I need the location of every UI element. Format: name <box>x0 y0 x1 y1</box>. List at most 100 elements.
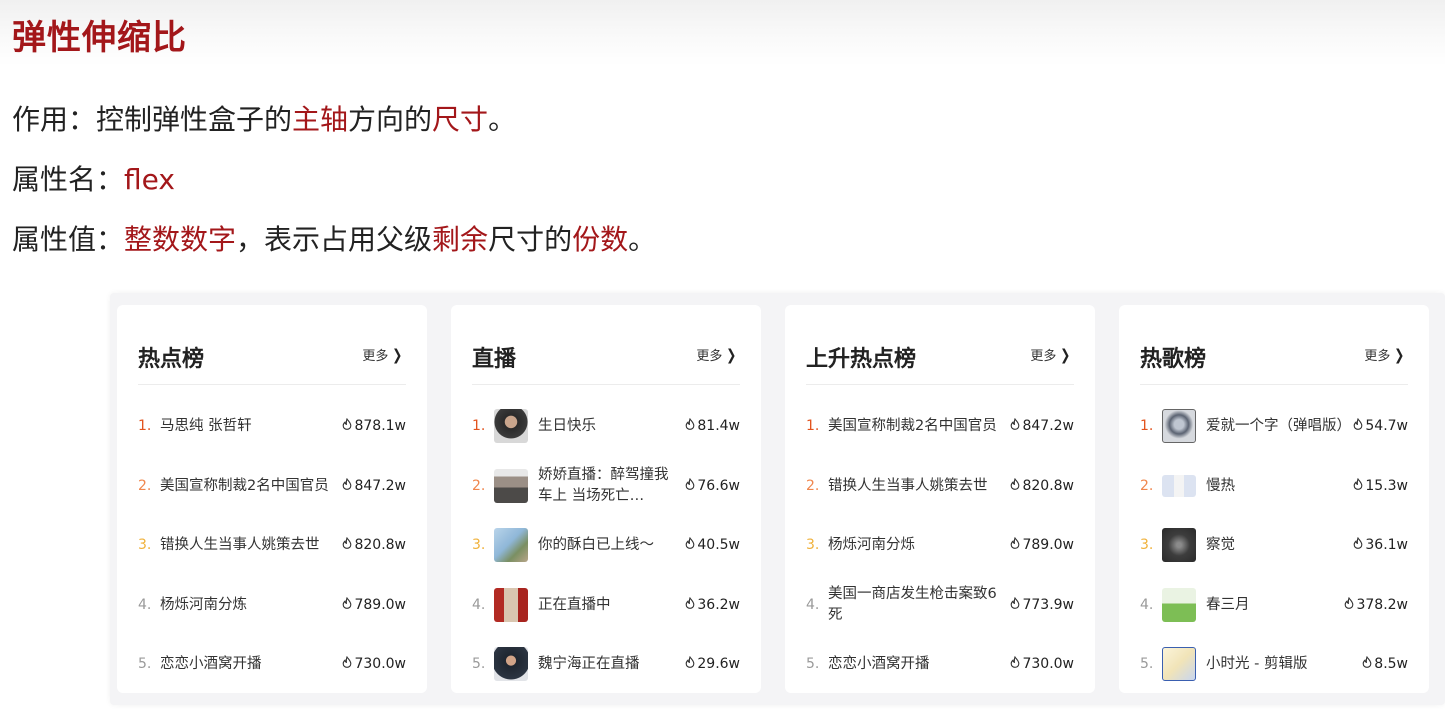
ranking-card-live: 直播 更多 ❯ 1. 生日快乐 81.4w 2. 娇娇直播：醉驾撞我车上 当场死亡… <box>451 305 761 693</box>
list-item[interactable]: 2. 美国宣称制裁2名中国官员 847.2w <box>138 461 406 511</box>
rank-number: 3. <box>138 537 152 553</box>
rank-number: 3. <box>472 537 486 553</box>
chevron-right-icon: ❯ <box>1060 345 1071 364</box>
list-item[interactable]: 4. 杨烁河南分炼 789.0w <box>138 580 406 630</box>
street-scene-thumbnail[interactable] <box>494 469 528 503</box>
heat-count: 36.2w <box>697 597 740 613</box>
item-title[interactable]: 爱就一个字（弹唱版） <box>1206 416 1353 437</box>
heat-value: 378.2w <box>1344 596 1408 613</box>
purpose-highlight-main-axis: 主轴 <box>292 103 349 136</box>
list-item[interactable]: 4. 春三月 378.2w <box>1140 580 1408 630</box>
ranking-demo-container: 热点榜 更多 ❯ 1. 马思纯 张哲轩 878.1w 2. 美国宣称制裁2名中国官… <box>110 293 1445 705</box>
rank-number: 1. <box>472 418 486 434</box>
property-value-highlight-remaining: 剩余 <box>432 223 489 256</box>
list-item[interactable]: 1. 美国宣称制裁2名中国官员 847.2w <box>806 401 1074 451</box>
rank-number: 1. <box>138 418 152 434</box>
list-item[interactable]: 5. 小时光 - 剪辑版 8.5w <box>1140 639 1408 689</box>
list-item[interactable]: 4. 正在直播中 36.2w <box>472 580 740 630</box>
heat-value: 36.2w <box>685 596 740 613</box>
list-item[interactable]: 3. 错换人生当事人姚策去世 820.8w <box>138 520 406 570</box>
item-title[interactable]: 小时光 - 剪辑版 <box>1206 654 1362 675</box>
item-title[interactable]: 察觉 <box>1206 535 1353 556</box>
item-title[interactable]: 春三月 <box>1206 595 1344 616</box>
man-portrait-thumbnail[interactable] <box>494 647 528 681</box>
item-title[interactable]: 美国宣称制裁2名中国官员 <box>828 416 1010 437</box>
item-title[interactable]: 娇娇直播：醉驾撞我车上 当场死亡… <box>538 465 685 507</box>
item-title[interactable]: 错换人生当事人姚策去世 <box>160 535 342 556</box>
list-item[interactable]: 2. 娇娇直播：醉驾撞我车上 当场死亡… 76.6w <box>472 461 740 511</box>
avatar-dark-hair-thumbnail[interactable] <box>494 409 528 443</box>
flame-icon <box>342 596 352 613</box>
rank-number: 1. <box>1140 418 1154 434</box>
more-link[interactable]: 更多 ❯ <box>1030 345 1072 365</box>
list-item[interactable]: 3. 察觉 36.1w <box>1140 520 1408 570</box>
album-sketch-thumbnail[interactable] <box>1162 475 1196 497</box>
list-item[interactable]: 1. 生日快乐 81.4w <box>472 401 740 451</box>
item-title[interactable]: 慢热 <box>1206 476 1353 497</box>
heat-count: 773.9w <box>1022 597 1074 613</box>
list-item[interactable]: 5. 恋恋小酒窝开播 730.0w <box>138 639 406 689</box>
item-title[interactable]: 恋恋小酒窝开播 <box>828 654 1010 675</box>
flame-icon <box>1010 417 1020 434</box>
flame-icon <box>685 655 695 672</box>
property-value-text-e: 尺寸的 <box>488 223 573 256</box>
rank-number: 5. <box>806 656 820 672</box>
more-label: 更多 <box>1364 349 1391 364</box>
heat-count: 8.5w <box>1374 656 1408 672</box>
album-dark-thumbnail[interactable] <box>1162 528 1196 562</box>
heat-count: 847.2w <box>354 478 406 494</box>
more-link[interactable]: 更多 ❯ <box>1364 345 1406 365</box>
rank-number: 2. <box>472 478 486 494</box>
item-title[interactable]: 魏宁海正在直播 <box>538 654 685 675</box>
item-title[interactable]: 恋恋小酒窝开播 <box>160 654 342 675</box>
rank-number: 2. <box>1140 478 1154 494</box>
list-item[interactable]: 5. 魏宁海正在直播 29.6w <box>472 639 740 689</box>
card-title: 上升热点榜 <box>806 347 917 372</box>
card-title: 热点榜 <box>138 347 205 372</box>
list-item[interactable]: 2. 错换人生当事人姚策去世 820.8w <box>806 461 1074 511</box>
red-room-thumbnail[interactable] <box>494 588 528 622</box>
more-link[interactable]: 更多 ❯ <box>696 345 738 365</box>
heat-value: 878.1w <box>342 417 406 434</box>
item-title[interactable]: 美国宣称制裁2名中国官员 <box>160 476 342 497</box>
item-title[interactable]: 杨烁河南分烁 <box>828 535 1010 556</box>
heat-value: 40.5w <box>685 536 740 553</box>
game-scene-thumbnail[interactable] <box>494 528 528 562</box>
card-header: 直播 更多 ❯ <box>472 327 740 385</box>
item-title[interactable]: 马思纯 张哲轩 <box>160 416 342 437</box>
list-item[interactable]: 1. 爱就一个字（弹唱版） 54.7w <box>1140 401 1408 451</box>
album-cartoon-thumbnail[interactable] <box>1162 647 1196 681</box>
list-item[interactable]: 5. 恋恋小酒窝开播 730.0w <box>806 639 1074 689</box>
rank-number: 4. <box>1140 597 1154 613</box>
heat-count: 878.1w <box>354 418 406 434</box>
item-title[interactable]: 美国一商店发生枪击案致6死 <box>828 584 1010 626</box>
heat-count: 789.0w <box>1022 537 1074 553</box>
flame-icon <box>342 477 352 494</box>
card-header: 上升热点榜 更多 ❯ <box>806 327 1074 385</box>
more-label: 更多 <box>1030 349 1057 364</box>
flame-icon <box>1010 536 1020 553</box>
album-green-thumbnail[interactable] <box>1162 588 1196 622</box>
item-title[interactable]: 正在直播中 <box>538 595 685 616</box>
rank-number: 5. <box>1140 656 1154 672</box>
more-link[interactable]: 更多 ❯ <box>362 345 404 365</box>
list-item[interactable]: 2. 慢热 15.3w <box>1140 461 1408 511</box>
list-item[interactable]: 3. 杨烁河南分烁 789.0w <box>806 520 1074 570</box>
heat-value: 76.6w <box>685 477 740 494</box>
list-item[interactable]: 1. 马思纯 张哲轩 878.1w <box>138 401 406 451</box>
heat-value: 36.1w <box>1353 536 1408 553</box>
item-title[interactable]: 错换人生当事人姚策去世 <box>828 476 1010 497</box>
item-title[interactable]: 生日快乐 <box>538 416 685 437</box>
card-title: 直播 <box>472 347 517 372</box>
item-title[interactable]: 你的酥白已上线～ <box>538 535 685 556</box>
purpose-text-a: 作用：控制弹性盒子的 <box>12 103 293 136</box>
list-item[interactable]: 4. 美国一商店发生枪击案致6死 773.9w <box>806 580 1074 630</box>
heat-value: 820.8w <box>1010 477 1074 494</box>
list-item[interactable]: 3. 你的酥白已上线～ 40.5w <box>472 520 740 570</box>
ranking-card-rising: 上升热点榜 更多 ❯ 1. 美国宣称制裁2名中国官员 847.2w 2. 错换人生… <box>785 305 1095 693</box>
more-label: 更多 <box>696 349 723 364</box>
album-portrait-thumbnail[interactable] <box>1162 409 1196 443</box>
item-title[interactable]: 杨烁河南分炼 <box>160 595 342 616</box>
heat-value: 789.0w <box>342 596 406 613</box>
property-value-line: 属性值：整数数字，表示占用父级剩余尺寸的份数。 <box>12 218 656 258</box>
